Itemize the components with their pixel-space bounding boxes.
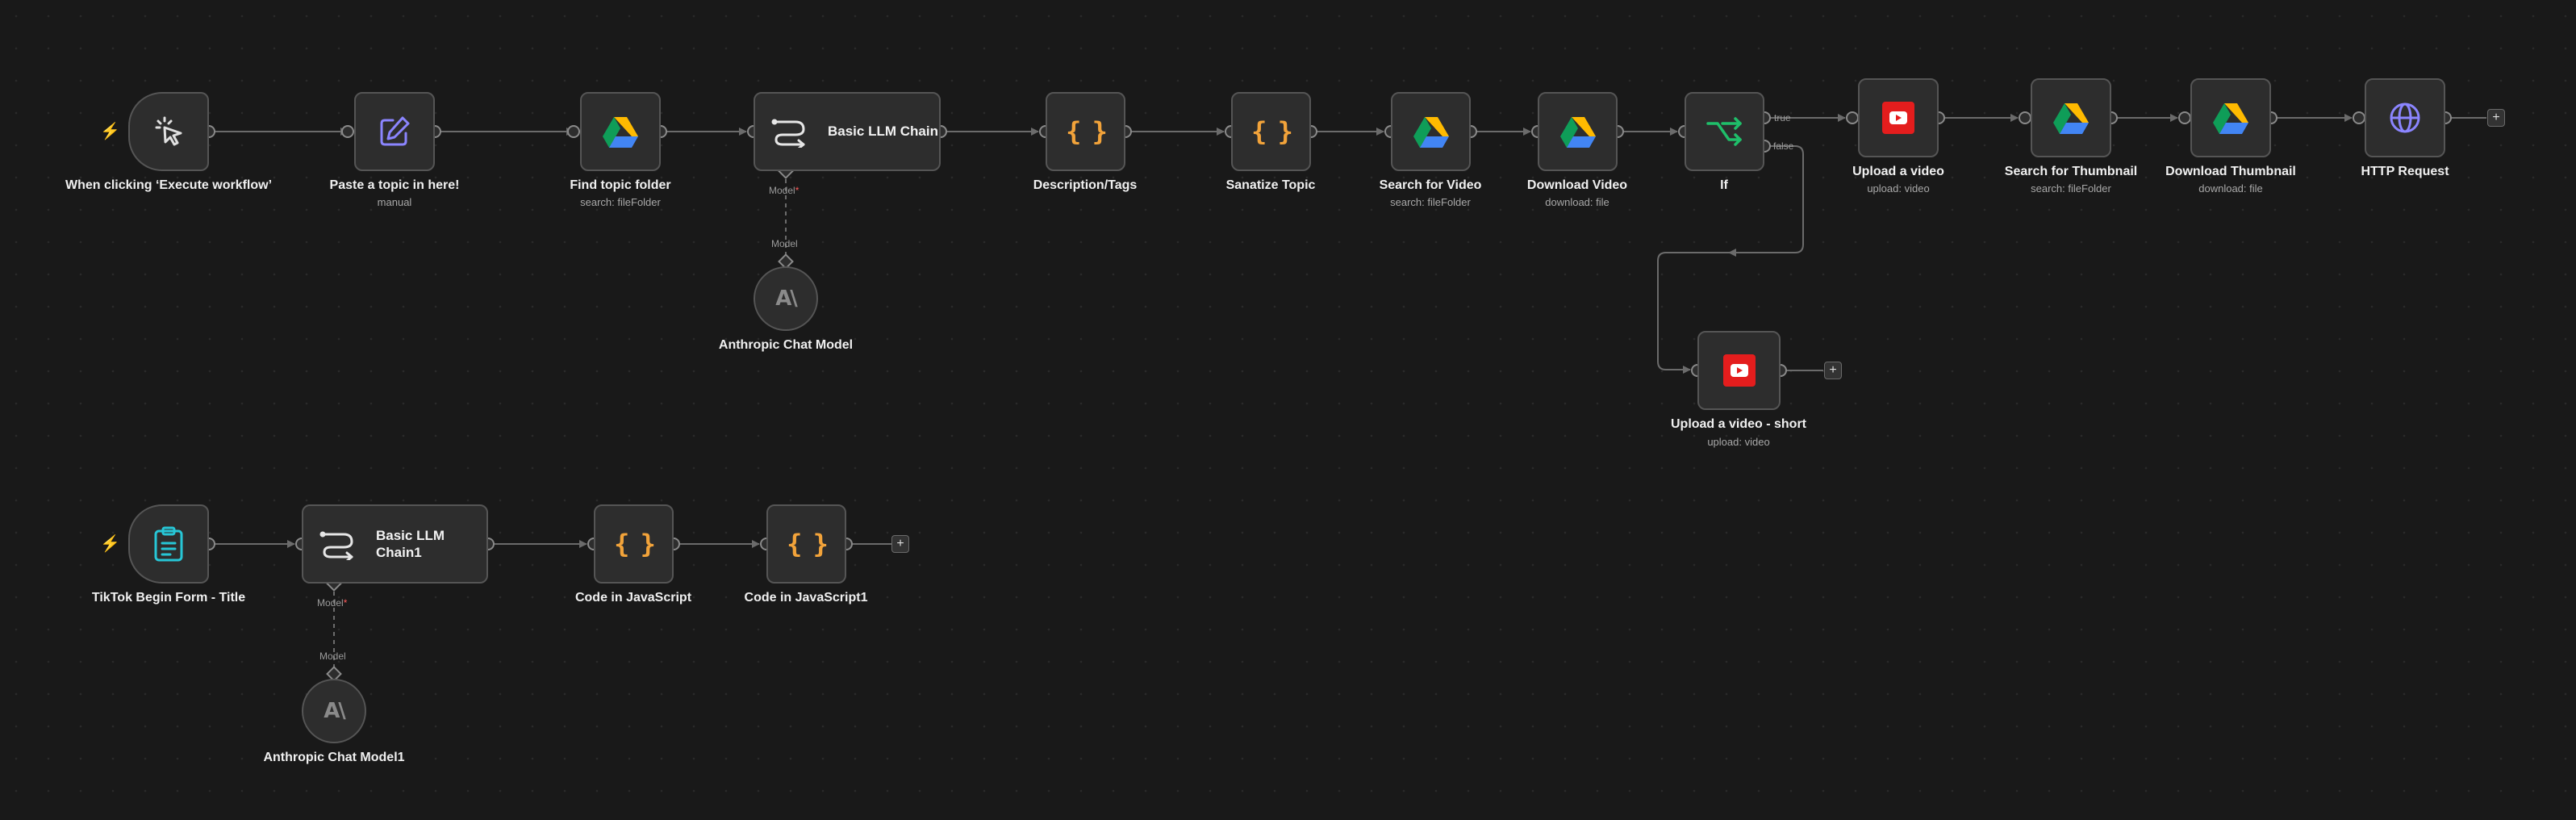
node-if[interactable] bbox=[1685, 92, 1764, 171]
node-basic-llm-chain-1[interactable]: Basic LLM Chain1 bbox=[302, 504, 488, 584]
node-subtitle: manual bbox=[377, 196, 412, 208]
node-search-for-video[interactable] bbox=[1391, 92, 1471, 171]
add-node-button[interactable]: + bbox=[891, 535, 909, 553]
model-input-port-label: Model bbox=[771, 238, 798, 249]
model-input-port-label: Model bbox=[319, 651, 346, 662]
code-braces-icon: { } bbox=[614, 529, 656, 559]
node-description-tags[interactable]: { } bbox=[1046, 92, 1125, 171]
branch-icon bbox=[1706, 115, 1743, 148]
node-title: Upload a video - short bbox=[1670, 417, 1806, 431]
node-find-topic-folder[interactable] bbox=[580, 92, 661, 171]
anthropic-icon: A\ bbox=[775, 287, 798, 311]
add-node-button[interactable]: + bbox=[1824, 362, 1842, 379]
code-braces-icon: { } bbox=[1066, 116, 1108, 147]
node-upload-video-short[interactable] bbox=[1697, 331, 1781, 410]
model-required-port-label: Model* bbox=[769, 185, 800, 196]
node-inline-title: Basic LLM Chain1 bbox=[376, 527, 445, 560]
clipboard-icon bbox=[152, 525, 185, 563]
globe-icon bbox=[2387, 100, 2423, 136]
true-branch-label: true bbox=[1774, 112, 1791, 123]
node-basic-llm-chain[interactable]: Basic LLM Chain bbox=[754, 92, 941, 171]
youtube-icon bbox=[1722, 354, 1756, 387]
false-branch-label: false bbox=[1773, 140, 1794, 152]
node-code-in-javascript[interactable]: { } bbox=[594, 504, 674, 584]
node-title: Find topic folder bbox=[570, 178, 671, 192]
node-tiktok-form[interactable] bbox=[128, 504, 209, 584]
node-title: When clicking ‘Execute workflow’ bbox=[65, 178, 273, 192]
anthropic-icon: A\ bbox=[324, 699, 346, 723]
llm-chain-icon bbox=[771, 115, 808, 148]
code-braces-icon: { } bbox=[787, 529, 829, 559]
node-anthropic-chat-model[interactable]: A\ bbox=[754, 266, 818, 331]
google-drive-icon bbox=[1559, 115, 1597, 148]
model-required-port-label: Model* bbox=[317, 597, 348, 609]
google-drive-icon bbox=[2052, 102, 2090, 134]
node-paste-topic[interactable] bbox=[354, 92, 435, 171]
node-search-for-thumbnail[interactable] bbox=[2031, 78, 2111, 157]
node-title: Code in JavaScript1 bbox=[744, 591, 868, 605]
node-anthropic-chat-model-1[interactable]: A\ bbox=[302, 679, 366, 743]
node-subtitle: search: fileFolder bbox=[580, 196, 661, 208]
node-title: Anthropic Chat Model1 bbox=[263, 751, 405, 764]
node-inline-title: Basic LLM Chain bbox=[828, 123, 938, 140]
llm-chain-icon bbox=[319, 528, 357, 560]
node-execute-trigger[interactable] bbox=[128, 92, 209, 171]
node-upload-a-video[interactable] bbox=[1858, 78, 1939, 157]
node-title: Description/Tags bbox=[1033, 178, 1138, 192]
node-subtitle: download: file bbox=[1545, 196, 1609, 208]
node-sanatize-topic[interactable]: { } bbox=[1231, 92, 1311, 171]
node-title: Paste a topic in here! bbox=[329, 178, 460, 192]
node-title: TikTok Begin Form - Title bbox=[91, 591, 246, 605]
node-http-request[interactable] bbox=[2365, 78, 2445, 157]
trigger-bolt-icon: ⚡ bbox=[100, 123, 120, 140]
google-drive-icon bbox=[602, 115, 639, 148]
youtube-icon bbox=[1882, 102, 1914, 134]
node-code-in-javascript-1[interactable]: { } bbox=[766, 504, 846, 584]
add-node-button[interactable]: + bbox=[2487, 109, 2505, 127]
node-subtitle: download: file bbox=[2198, 182, 2263, 195]
node-download-thumbnail[interactable] bbox=[2190, 78, 2271, 157]
node-download-video[interactable] bbox=[1538, 92, 1618, 171]
node-title: HTTP Request bbox=[2361, 165, 2449, 178]
google-drive-icon bbox=[2212, 102, 2249, 134]
trigger-bolt-icon: ⚡ bbox=[100, 535, 120, 553]
google-drive-icon bbox=[1413, 115, 1450, 148]
pencil-edit-icon bbox=[377, 114, 412, 149]
code-braces-icon: { } bbox=[1251, 116, 1293, 147]
node-subtitle: upload: video bbox=[1707, 436, 1770, 448]
cursor-click-icon bbox=[150, 113, 187, 150]
node-title: Anthropic Chat Model bbox=[718, 338, 854, 352]
